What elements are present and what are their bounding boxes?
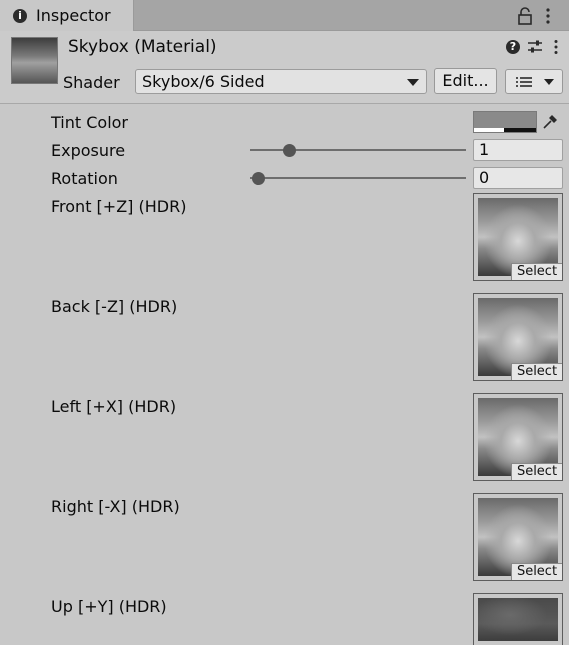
texture-label-left: Left [+X] (HDR)	[51, 397, 177, 416]
select-texture-button[interactable]: Select	[511, 463, 562, 480]
info-icon: i	[13, 9, 27, 23]
lock-icon[interactable]	[517, 7, 533, 25]
more-options-icon[interactable]	[545, 7, 551, 25]
shader-dropdown[interactable]: Skybox/6 Sided	[135, 69, 427, 94]
texture-slot-up[interactable]	[473, 593, 563, 645]
exposure-value-field[interactable]: 1	[473, 139, 563, 161]
texture-slot-right[interactable]: Select	[473, 493, 563, 581]
eyedropper-icon[interactable]	[541, 113, 559, 131]
rotation-value-field[interactable]: 0	[473, 167, 563, 189]
rotation-label: Rotation	[51, 169, 118, 188]
tint-color-field[interactable]	[473, 111, 537, 133]
exposure-slider-handle[interactable]	[283, 144, 297, 157]
tint-color-label: Tint Color	[51, 113, 128, 132]
tab-label: Inspector	[36, 6, 111, 25]
shader-options-button[interactable]	[505, 69, 563, 94]
material-header: Skybox (Material) ? Shader Skybox/6 Side…	[0, 31, 569, 104]
exposure-label: Exposure	[51, 141, 126, 160]
help-icon[interactable]: ?	[506, 40, 520, 54]
chevron-down-icon	[544, 79, 554, 85]
tab-inspector[interactable]: i Inspector	[0, 0, 134, 31]
edit-shader-button[interactable]: Edit...	[434, 68, 497, 94]
select-texture-button[interactable]: Select	[511, 563, 562, 580]
select-texture-button[interactable]: Select	[511, 363, 562, 380]
texture-label-back: Back [-Z] (HDR)	[51, 297, 178, 316]
texture-label-front: Front [+Z] (HDR)	[51, 197, 187, 216]
tab-bar: i Inspector	[0, 0, 569, 31]
shader-label: Shader	[63, 73, 120, 92]
texture-label-right: Right [-X] (HDR)	[51, 497, 180, 516]
texture-slot-left[interactable]: Select	[473, 393, 563, 481]
texture-slot-front[interactable]: Select	[473, 193, 563, 281]
shader-value: Skybox/6 Sided	[142, 72, 265, 91]
texture-label-up: Up [+Y] (HDR)	[51, 597, 167, 616]
more-options-icon[interactable]	[553, 39, 559, 55]
chevron-down-icon	[407, 79, 419, 86]
texture-slot-back[interactable]: Select	[473, 293, 563, 381]
select-texture-button[interactable]: Select	[511, 263, 562, 280]
rotation-slider-track[interactable]	[250, 177, 466, 179]
material-title: Skybox (Material)	[68, 37, 217, 57]
color-alpha-bar	[474, 128, 536, 132]
texture-preview	[478, 598, 558, 641]
material-preview-thumbnail	[11, 37, 58, 84]
list-icon	[516, 77, 532, 87]
rotation-slider-handle[interactable]	[252, 172, 265, 185]
presets-icon[interactable]	[527, 39, 543, 55]
